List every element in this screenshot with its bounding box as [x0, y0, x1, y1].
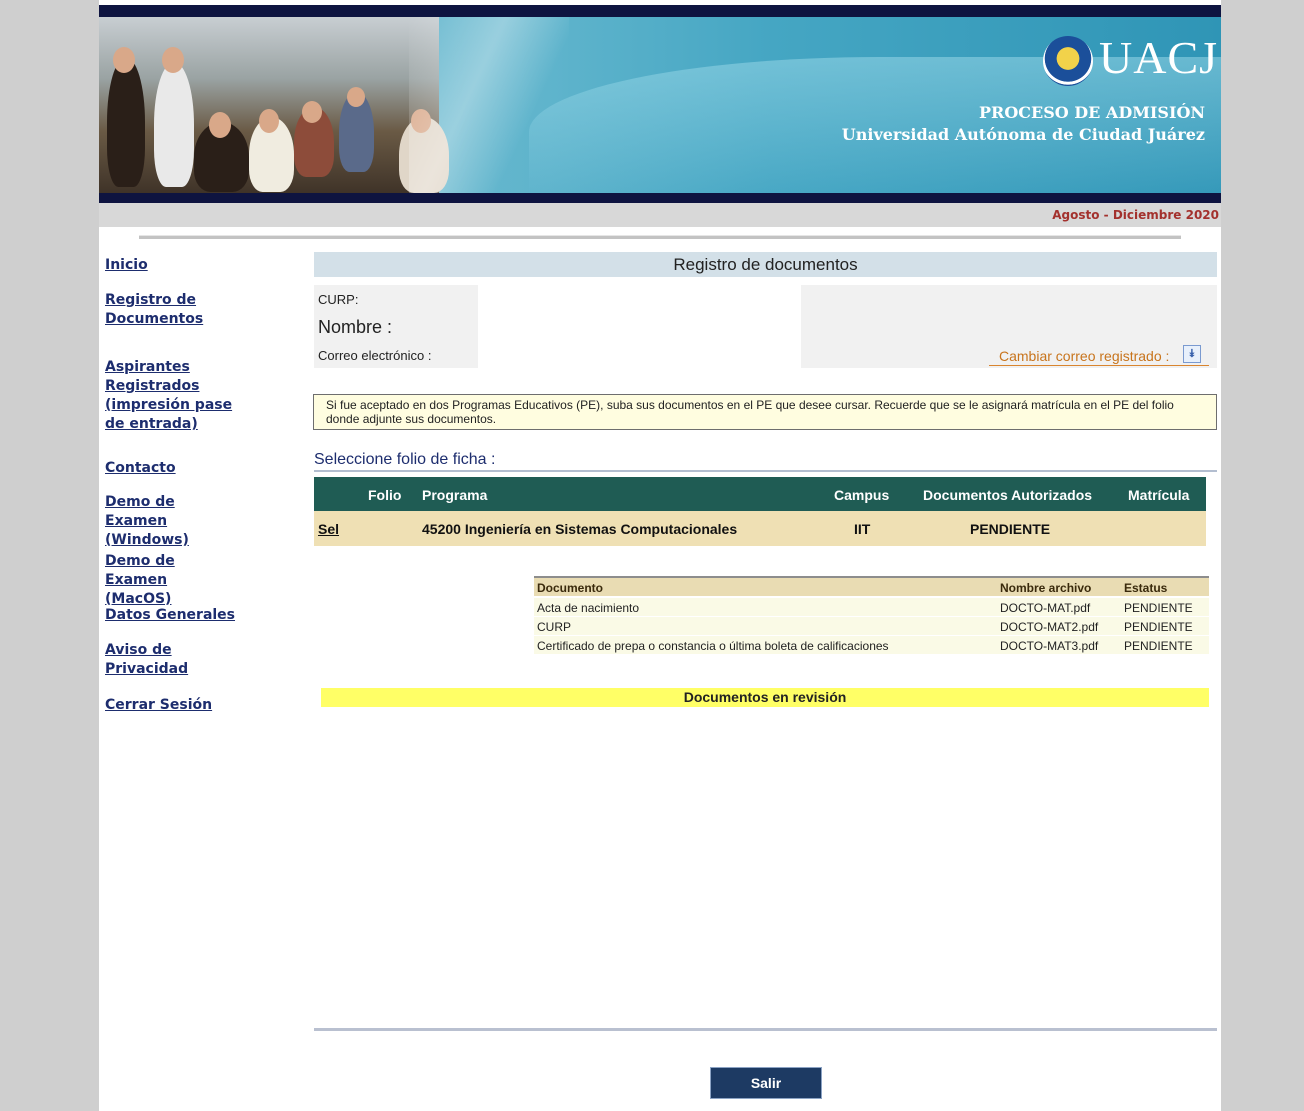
- salir-button[interactable]: Salir: [710, 1067, 822, 1099]
- col-campus: Campus: [834, 487, 890, 503]
- nav-registro-documentos[interactable]: Registro de Documentos: [105, 291, 255, 329]
- documentos-en-revision-banner: Documentos en revisión: [321, 688, 1209, 707]
- col-programa: Programa: [422, 487, 488, 503]
- table-row: CURP DOCTO-MAT2.pdf PENDIENTE: [534, 617, 1209, 635]
- page-title: Registro de documentos: [673, 255, 858, 274]
- cambiar-correo-control[interactable]: Cambiar correo registrado : ⯯: [989, 345, 1209, 366]
- cell-estatus: PENDIENTE: [1124, 639, 1193, 653]
- cell-programa: 45200 Ingeniería en Sistemas Computacion…: [422, 521, 738, 537]
- divider: [139, 235, 1181, 239]
- university-name: Universidad Autónoma de Ciudad Juárez: [841, 125, 1205, 144]
- cell-nombre-archivo: DOCTO-MAT3.pdf: [1000, 639, 1099, 653]
- documents-table: Documento Nombre archivo Estatus Acta de…: [534, 576, 1209, 655]
- cell-nombre-archivo: DOCTO-MAT.pdf: [1000, 601, 1091, 615]
- notice-box: Si fue aceptado en dos Programas Educati…: [313, 394, 1217, 430]
- nav-demo-windows[interactable]: Demo de Examen (Windows): [105, 493, 237, 550]
- nav-cerrar-sesion[interactable]: Cerrar Sesión: [105, 696, 255, 715]
- cell-documentos-autorizados: PENDIENTE: [970, 521, 1051, 537]
- nav-aspirantes-registrados[interactable]: Aspirantes Registrados (impresión pase d…: [105, 358, 235, 434]
- period-bar: Agosto - Diciembre 2020: [99, 203, 1221, 227]
- col-estatus: Estatus: [1124, 581, 1168, 595]
- cambiar-correo-link[interactable]: Cambiar correo registrado :: [999, 348, 1169, 364]
- col-nombre-archivo: Nombre archivo: [1000, 581, 1092, 595]
- sel-link[interactable]: Sel: [318, 521, 339, 537]
- header-banner: UACJ PROCESO DE ADMISIÓN Universidad Aut…: [99, 5, 1221, 203]
- col-matricula: Matrícula: [1128, 487, 1190, 503]
- cell-estatus: PENDIENTE: [1124, 601, 1193, 615]
- cell-campus: IIT: [854, 521, 871, 537]
- correo-label: Correo electrónico :: [318, 348, 432, 363]
- folio-table-row: Sel 45200 Ingeniería en Sistemas Computa…: [314, 511, 1206, 546]
- nav-aviso-privacidad[interactable]: Aviso de Privacidad: [105, 641, 205, 679]
- curp-label: CURP:: [318, 292, 359, 307]
- nav-datos-generales[interactable]: Datos Generales: [105, 606, 255, 625]
- period-label: Agosto - Diciembre 2020: [1052, 208, 1219, 222]
- col-folio: Folio: [368, 487, 402, 503]
- banner-image: UACJ PROCESO DE ADMISIÓN Universidad Aut…: [99, 17, 1221, 193]
- students-photo: [99, 17, 449, 193]
- uacj-logo-text: UACJ: [1099, 32, 1219, 83]
- folio-table-header: Folio Programa Campus Documentos Autoriz…: [314, 477, 1206, 511]
- notice-text: Si fue aceptado en dos Programas Educati…: [326, 398, 1174, 426]
- page: UACJ PROCESO DE ADMISIÓN Universidad Aut…: [99, 0, 1221, 1111]
- nav-contacto[interactable]: Contacto: [105, 459, 255, 478]
- table-row: Acta de nacimiento DOCTO-MAT.pdf PENDIEN…: [534, 598, 1209, 616]
- page-title-bar: Registro de documentos: [314, 252, 1217, 277]
- col-documentos-autorizados: Documentos Autorizados: [923, 487, 1093, 503]
- proceso-admision-title: PROCESO DE ADMISIÓN: [979, 103, 1205, 122]
- nav-demo-macos[interactable]: Demo de Examen (MacOS): [105, 552, 237, 609]
- cell-documento: CURP: [537, 620, 572, 634]
- cell-estatus: PENDIENTE: [1124, 620, 1193, 634]
- documents-table-header: Documento Nombre archivo Estatus: [534, 578, 1209, 596]
- cell-documento: Certificado de prepa o constancia o últi…: [537, 639, 889, 653]
- cell-nombre-archivo: DOCTO-MAT2.pdf: [1000, 620, 1099, 634]
- expand-down-icon[interactable]: ⯯: [1183, 345, 1201, 363]
- divider: [314, 1028, 1217, 1031]
- divider: [314, 470, 1217, 472]
- uacj-seal-logo: [1043, 36, 1093, 86]
- nav-inicio[interactable]: Inicio: [105, 256, 255, 275]
- cell-documento: Acta de nacimiento: [537, 601, 640, 615]
- col-documento: Documento: [537, 581, 603, 595]
- table-row: Certificado de prepa o constancia o últi…: [534, 636, 1209, 654]
- seleccione-folio-label: Seleccione folio de ficha :: [314, 451, 496, 468]
- nombre-label: Nombre :: [318, 317, 393, 337]
